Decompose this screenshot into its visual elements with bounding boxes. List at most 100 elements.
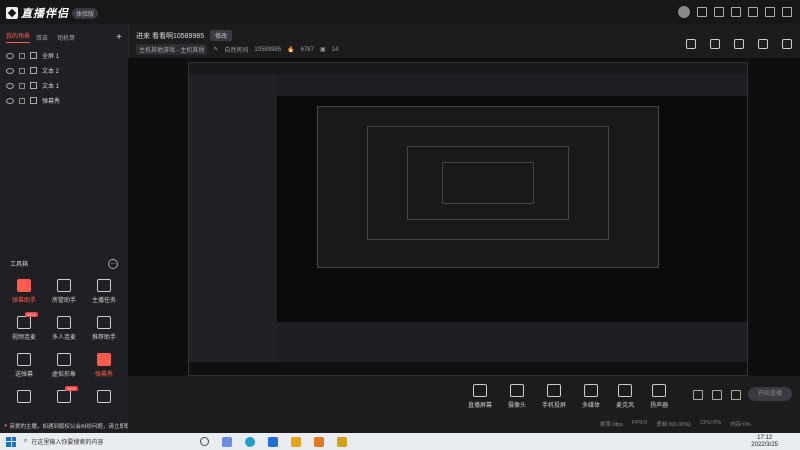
lock-icon[interactable] — [19, 67, 25, 74]
mail-icon[interactable] — [697, 7, 707, 17]
tool-item[interactable]: 主播任务 — [84, 279, 124, 304]
source-list: 全屏 1 文本 2 文本 1 弹幕秀 — [0, 48, 128, 108]
layout-icon[interactable] — [686, 39, 696, 49]
tool-label: 送弹幕 — [14, 372, 33, 378]
system-clock[interactable]: 17:12 2022/3/25 — [751, 435, 778, 449]
notice-text: 亲爱的主播，如遇到版权公会纠纷问题，请立即联系专职客服 — [9, 423, 128, 430]
tool-item[interactable]: 房管助手 — [44, 279, 84, 304]
search-icon: ⌕ — [24, 438, 28, 444]
tool-item[interactable]: 推荐助手 — [84, 316, 124, 341]
store-icon[interactable] — [268, 436, 278, 447]
left-panel: 我的场景 双击 司机哥 + 全屏 1 文本 2 文本 1 弹幕秀 工具箱 … 弹… — [0, 24, 129, 433]
taskbar-search[interactable]: ⌕ 在这里输入你要搜索的内容 — [24, 436, 194, 448]
screenshot-icon[interactable] — [714, 7, 724, 17]
tool-item[interactable]: 多人连麦 — [44, 316, 84, 341]
version-badge: 体验版 — [72, 7, 99, 19]
eye-icon[interactable] — [6, 67, 14, 74]
tool-icon — [17, 353, 31, 366]
tool-item[interactable]: 虚拟形象 — [44, 353, 84, 378]
more-icon[interactable]: … — [108, 259, 118, 269]
stat-text: 丢帧:0(0.00%) — [656, 422, 692, 428]
tool-item[interactable]: NEW 视频连麦 — [4, 312, 44, 341]
control-button[interactable]: 手机投屏 — [542, 384, 566, 409]
tool-item[interactable]: 弹幕助手 — [4, 279, 44, 304]
tool-label: 视频连麦 — [11, 335, 36, 341]
tool-item[interactable]: NEW — [44, 386, 84, 406]
tab-my-scene[interactable]: 我的场景 — [6, 31, 30, 43]
source-item[interactable]: 弹幕秀 — [0, 93, 128, 108]
menu-icon[interactable] — [748, 7, 758, 17]
tool-icon — [17, 316, 31, 329]
notice-bar: ● 亲爱的主播，如遇到版权公会纠纷问题，请立即联系专职客服 — [0, 418, 128, 433]
phone-icon — [547, 384, 562, 397]
stream-preview[interactable] — [128, 58, 800, 376]
start-live-button[interactable]: 开始直播 — [748, 387, 792, 401]
lock-icon[interactable] — [19, 52, 25, 59]
add-scene-button[interactable]: + — [116, 32, 122, 43]
eye-icon[interactable] — [6, 52, 14, 59]
shirt-icon[interactable] — [731, 7, 741, 17]
minimize-icon[interactable] — [765, 7, 775, 17]
mirror-preview-area — [277, 96, 747, 322]
record-icon[interactable] — [712, 390, 722, 400]
mirror-layer — [442, 162, 534, 204]
edge-icon[interactable] — [245, 436, 255, 447]
app-icon[interactable] — [337, 436, 347, 447]
tab-double-click[interactable]: 双击 — [30, 33, 54, 42]
mic-icon — [618, 384, 633, 397]
share-icon[interactable] — [782, 39, 792, 49]
edit-title-button[interactable]: 修改 — [210, 30, 233, 41]
bell-icon[interactable] — [758, 39, 768, 49]
title-bar: 直播伴侣 体验版 — [0, 0, 800, 24]
screen-icon — [473, 384, 487, 397]
camera-icon[interactable] — [693, 390, 703, 400]
folder-icon[interactable] — [291, 436, 301, 447]
control-button[interactable]: 直播屏幕 — [468, 384, 492, 409]
app-icon[interactable] — [314, 436, 324, 447]
tool-icon — [97, 316, 111, 329]
status-stats: 帧率:0fps FPS:0 丢帧:0(0.00%) CPU:0% 内存:0% — [600, 420, 751, 428]
source-item[interactable]: 文本 2 — [0, 63, 128, 78]
source-item[interactable]: 全屏 1 — [0, 48, 128, 63]
tool-icon — [57, 353, 71, 366]
tool-label: 主播任务 — [91, 298, 116, 304]
control-label: 直播屏幕 — [468, 403, 493, 409]
control-button[interactable]: 麦克风 — [616, 384, 634, 409]
app-name: 直播伴侣 — [21, 8, 69, 20]
source-item[interactable]: 文本 1 — [0, 78, 128, 93]
close-icon[interactable] — [782, 7, 792, 17]
app-icon[interactable] — [222, 436, 232, 447]
lock-icon[interactable] — [19, 82, 25, 89]
tool-icon — [57, 316, 71, 329]
mirror-titlebar — [189, 63, 747, 74]
tool-item[interactable]: 送弹幕 — [4, 353, 44, 378]
cortana-icon[interactable] — [200, 436, 209, 446]
tab-driver[interactable]: 司机哥 — [54, 33, 78, 42]
window-icon[interactable] — [734, 39, 744, 49]
tool-item[interactable]: 弹幕秀 — [84, 353, 124, 378]
category-select[interactable]: 主机其他游戏 - 主机其他 — [136, 44, 208, 55]
clock-date: 2022/3/25 — [751, 441, 778, 448]
stream-title: 进来 看看啊10589985 — [136, 32, 205, 40]
source-label: 全屏 1 — [42, 54, 60, 60]
windows-start-icon[interactable] — [6, 436, 16, 447]
lock-icon[interactable] — [710, 39, 720, 49]
app-logo: 直播伴侣 体验版 — [6, 5, 99, 21]
lock-icon[interactable] — [19, 97, 25, 104]
eye-icon[interactable] — [6, 97, 14, 104]
control-label: 麦克风 — [616, 403, 635, 409]
eye-icon[interactable] — [6, 82, 14, 89]
new-badge: NEW — [24, 312, 38, 317]
avatar[interactable] — [678, 6, 690, 18]
control-button[interactable]: 多媒体 — [582, 384, 600, 409]
fire-icon: 🔥 — [287, 47, 295, 53]
control-button[interactable]: 扬声器 — [650, 384, 668, 409]
settings-icon[interactable] — [731, 390, 741, 400]
tool-icon — [97, 353, 111, 366]
control-button[interactable]: 摄像头 — [508, 384, 526, 409]
viewer-icon: ▣ — [319, 47, 326, 53]
tool-item[interactable] — [84, 390, 124, 406]
pencil-icon[interactable]: ✎ — [213, 46, 218, 53]
stat-text: CPU:0% — [700, 420, 722, 426]
tool-item[interactable] — [4, 390, 44, 406]
